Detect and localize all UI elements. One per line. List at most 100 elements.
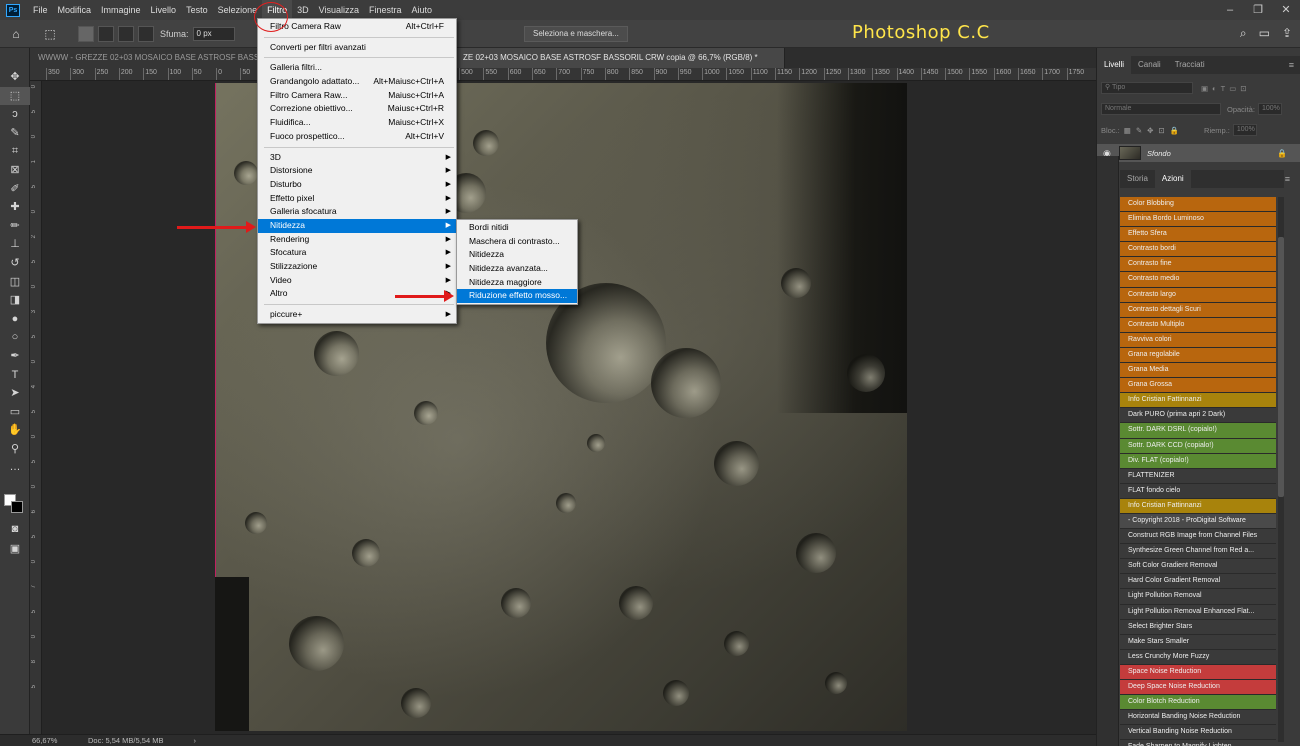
share-icon[interactable]: ⇪ [1282, 26, 1292, 41]
menu-selezione[interactable]: Selezione [213, 0, 263, 20]
action-item[interactable]: Sottr. DARK CCD (copialo!) [1120, 438, 1276, 454]
tab-azioni[interactable]: Azioni [1154, 170, 1191, 188]
history-brush-tool-icon[interactable]: ↺ [0, 254, 30, 273]
action-item[interactable]: FLATTENIZER [1120, 468, 1276, 484]
nitidezza-item-nitidezza-maggiore[interactable]: Nitidezza maggiore [457, 276, 577, 290]
menu-modifica[interactable]: Modifica [53, 0, 97, 20]
pen-tool-icon[interactable]: ✒ [0, 347, 30, 366]
menu-aiuto[interactable]: Aiuto [407, 0, 438, 20]
filtro-item-video[interactable]: Video ▶ [258, 274, 456, 288]
action-item[interactable]: - Copyright 2018 - ProDigital Software [1120, 513, 1276, 530]
menu-filtro[interactable]: Filtro [262, 0, 293, 20]
actions-panel-menu-icon[interactable]: ≡ [1285, 174, 1290, 184]
menu-immagine[interactable]: Immagine [96, 0, 146, 20]
action-item[interactable]: Space Noise Reduction [1120, 664, 1276, 680]
type-tool-icon[interactable]: T [0, 366, 30, 385]
background-color-swatch[interactable] [11, 501, 23, 513]
action-item[interactable]: Less Crunchy More Fuzzy [1120, 649, 1276, 665]
action-item[interactable]: Synthesize Green Channel from Red a... [1120, 544, 1276, 560]
hand-tool-icon[interactable]: ✋ [0, 421, 30, 440]
status-chevron-icon[interactable]: › [193, 736, 196, 745]
home-icon[interactable]: ⌂ [6, 25, 26, 43]
filtro-item-galleria-filtri[interactable]: Galleria filtri... [258, 61, 456, 75]
nitidezza-item-maschera-di-contrasto[interactable]: Maschera di contrasto... [457, 235, 577, 249]
action-item[interactable]: Vertical Banding Noise Reduction [1120, 725, 1276, 741]
workspace-icon[interactable]: ▭ [1259, 26, 1270, 41]
menu-testo[interactable]: Testo [181, 0, 213, 20]
action-item[interactable]: Horizontal Banding Noise Reduction [1120, 710, 1276, 726]
select-and-mask-button[interactable]: Seleziona e maschera... [524, 26, 628, 42]
canvas-area[interactable] [42, 81, 1096, 734]
filtro-item-grandangolo-adattato[interactable]: Grandangolo adattato... Alt+Maiusc+Ctrl+A [258, 75, 456, 89]
close-button[interactable]: ✕ [1272, 0, 1300, 20]
filtro-item-nitidezza[interactable]: Nitidezza ▶ [258, 218, 456, 233]
filtro-item-correzione-obiettivo[interactable]: Correzione obiettivo... Maiusc+Ctrl+R [258, 102, 456, 116]
fill-input[interactable]: 100% [1232, 124, 1257, 136]
action-item[interactable]: Elimina Bordo Luminoso [1120, 212, 1276, 228]
filtro-item-fluidifica[interactable]: Fluidifica... Maiusc+Ctrl+X [258, 116, 456, 130]
menu-3d[interactable]: 3D [292, 0, 314, 20]
add-selection-icon[interactable] [98, 25, 114, 42]
action-item[interactable]: FLAT fondo cielo [1120, 483, 1276, 499]
action-item[interactable]: Color Blobbing [1120, 197, 1276, 213]
crop-tool-icon[interactable]: ⌗ [0, 142, 30, 161]
action-item[interactable]: Contrasto medio [1120, 272, 1276, 288]
healing-brush-tool-icon[interactable]: ✚ [0, 198, 30, 217]
search-icon[interactable]: ⌕ [1240, 26, 1247, 41]
action-item[interactable]: Grana regolabile [1120, 347, 1276, 364]
menu-livello[interactable]: Livello [146, 0, 182, 20]
dodge-tool-icon[interactable]: ○ [0, 328, 30, 347]
action-item[interactable]: Contrasto largo [1120, 287, 1276, 303]
filter-icons[interactable]: ▣◐T▭⊡ [1201, 84, 1251, 93]
action-item[interactable]: Color Blotch Reduction [1120, 695, 1276, 711]
filtro-item-piccure[interactable]: piccure+ ▶ [258, 308, 456, 322]
action-item[interactable]: Grana Media [1120, 363, 1276, 379]
path-selection-tool-icon[interactable]: ➤ [0, 384, 30, 403]
quick-mask-icon[interactable]: ◙ [0, 520, 30, 539]
nitidezza-item-bordi-nitidi[interactable]: Bordi nitidi [457, 221, 577, 235]
eyedropper-tool-icon[interactable]: ✐ [0, 180, 30, 199]
tab-tracciati[interactable]: Tracciati [1168, 56, 1212, 74]
new-selection-icon[interactable] [78, 25, 94, 42]
action-item[interactable]: Div. FLAT (copialo!) [1120, 453, 1276, 469]
action-item[interactable]: Effetto Sfera [1120, 227, 1276, 243]
frame-tool-icon[interactable]: ⊠ [0, 161, 30, 180]
zoom-level[interactable]: 66,67% [0, 736, 57, 745]
nitidezza-item-nitidezza[interactable]: Nitidezza [457, 248, 577, 262]
screen-mode-icon[interactable]: ▣ [0, 540, 30, 559]
action-item[interactable]: Info Cristian Fattinnanzi [1120, 498, 1276, 514]
layer-row[interactable]: ◉ Sfondo 🔒 [1097, 144, 1300, 162]
shape-tool-icon[interactable]: ▭ [0, 403, 30, 422]
restore-button[interactable]: ❐ [1244, 0, 1272, 20]
action-item[interactable]: Ravviva colori [1120, 332, 1276, 348]
layer-filter-input[interactable]: ⚲ Tipo [1101, 82, 1193, 94]
move-tool-icon[interactable]: ✥ [0, 68, 30, 87]
panel-menu-icon[interactable]: ≡ [1289, 60, 1294, 70]
action-item[interactable]: Info Cristian Fattinnanzi [1120, 393, 1276, 409]
tab-livelli[interactable]: Livelli [1097, 56, 1132, 74]
menu-finestra[interactable]: Finestra [364, 0, 407, 20]
action-item[interactable]: Select Brighter Stars [1120, 619, 1276, 635]
tab-storia[interactable]: Storia [1120, 170, 1155, 188]
more-tools-icon[interactable]: … [0, 458, 30, 477]
lasso-tool-icon[interactable]: ↄ [0, 105, 30, 124]
zoom-tool-icon[interactable]: ⚲ [0, 440, 30, 459]
lock-icons[interactable]: ▦✎✥⊡🔒 [1124, 126, 1184, 135]
filtro-item-sfocatura[interactable]: Sfocatura ▶ [258, 246, 456, 260]
action-item[interactable]: Contrasto dettagli Scuri [1120, 302, 1276, 318]
marquee-tool-preset-icon[interactable]: ⬚ [40, 25, 60, 43]
tab-canali[interactable]: Canali [1131, 56, 1168, 74]
action-item[interactable]: Fade Sharpen to Magnify Lighten [1120, 740, 1276, 746]
document-tab-2[interactable]: ZE 02+03 MOSAICO BASE ASTROSF BASSORIL C… [455, 48, 785, 68]
blur-tool-icon[interactable]: ● [0, 310, 30, 329]
action-item[interactable]: Contrasto Multiplo [1120, 317, 1276, 333]
action-item[interactable]: Light Pollution Removal Enhanced Flat... [1120, 604, 1276, 620]
filtro-item-converti-per-filtri-avanzati[interactable]: Converti per filtri avanzati [258, 41, 456, 55]
filtro-item-galleria-sfocatura[interactable]: Galleria sfocatura ▶ [258, 205, 456, 219]
filtro-item-fuoco-prospettico[interactable]: Fuoco prospettico... Alt+Ctrl+V [258, 130, 456, 144]
gradient-tool-icon[interactable]: ◨ [0, 291, 30, 310]
filtro-item-rendering[interactable]: Rendering ▶ [258, 233, 456, 247]
filtro-item-distorsione[interactable]: Distorsione ▶ [258, 164, 456, 178]
brush-tool-icon[interactable]: ✏ [0, 217, 30, 236]
action-item[interactable]: Contrasto fine [1120, 257, 1276, 273]
